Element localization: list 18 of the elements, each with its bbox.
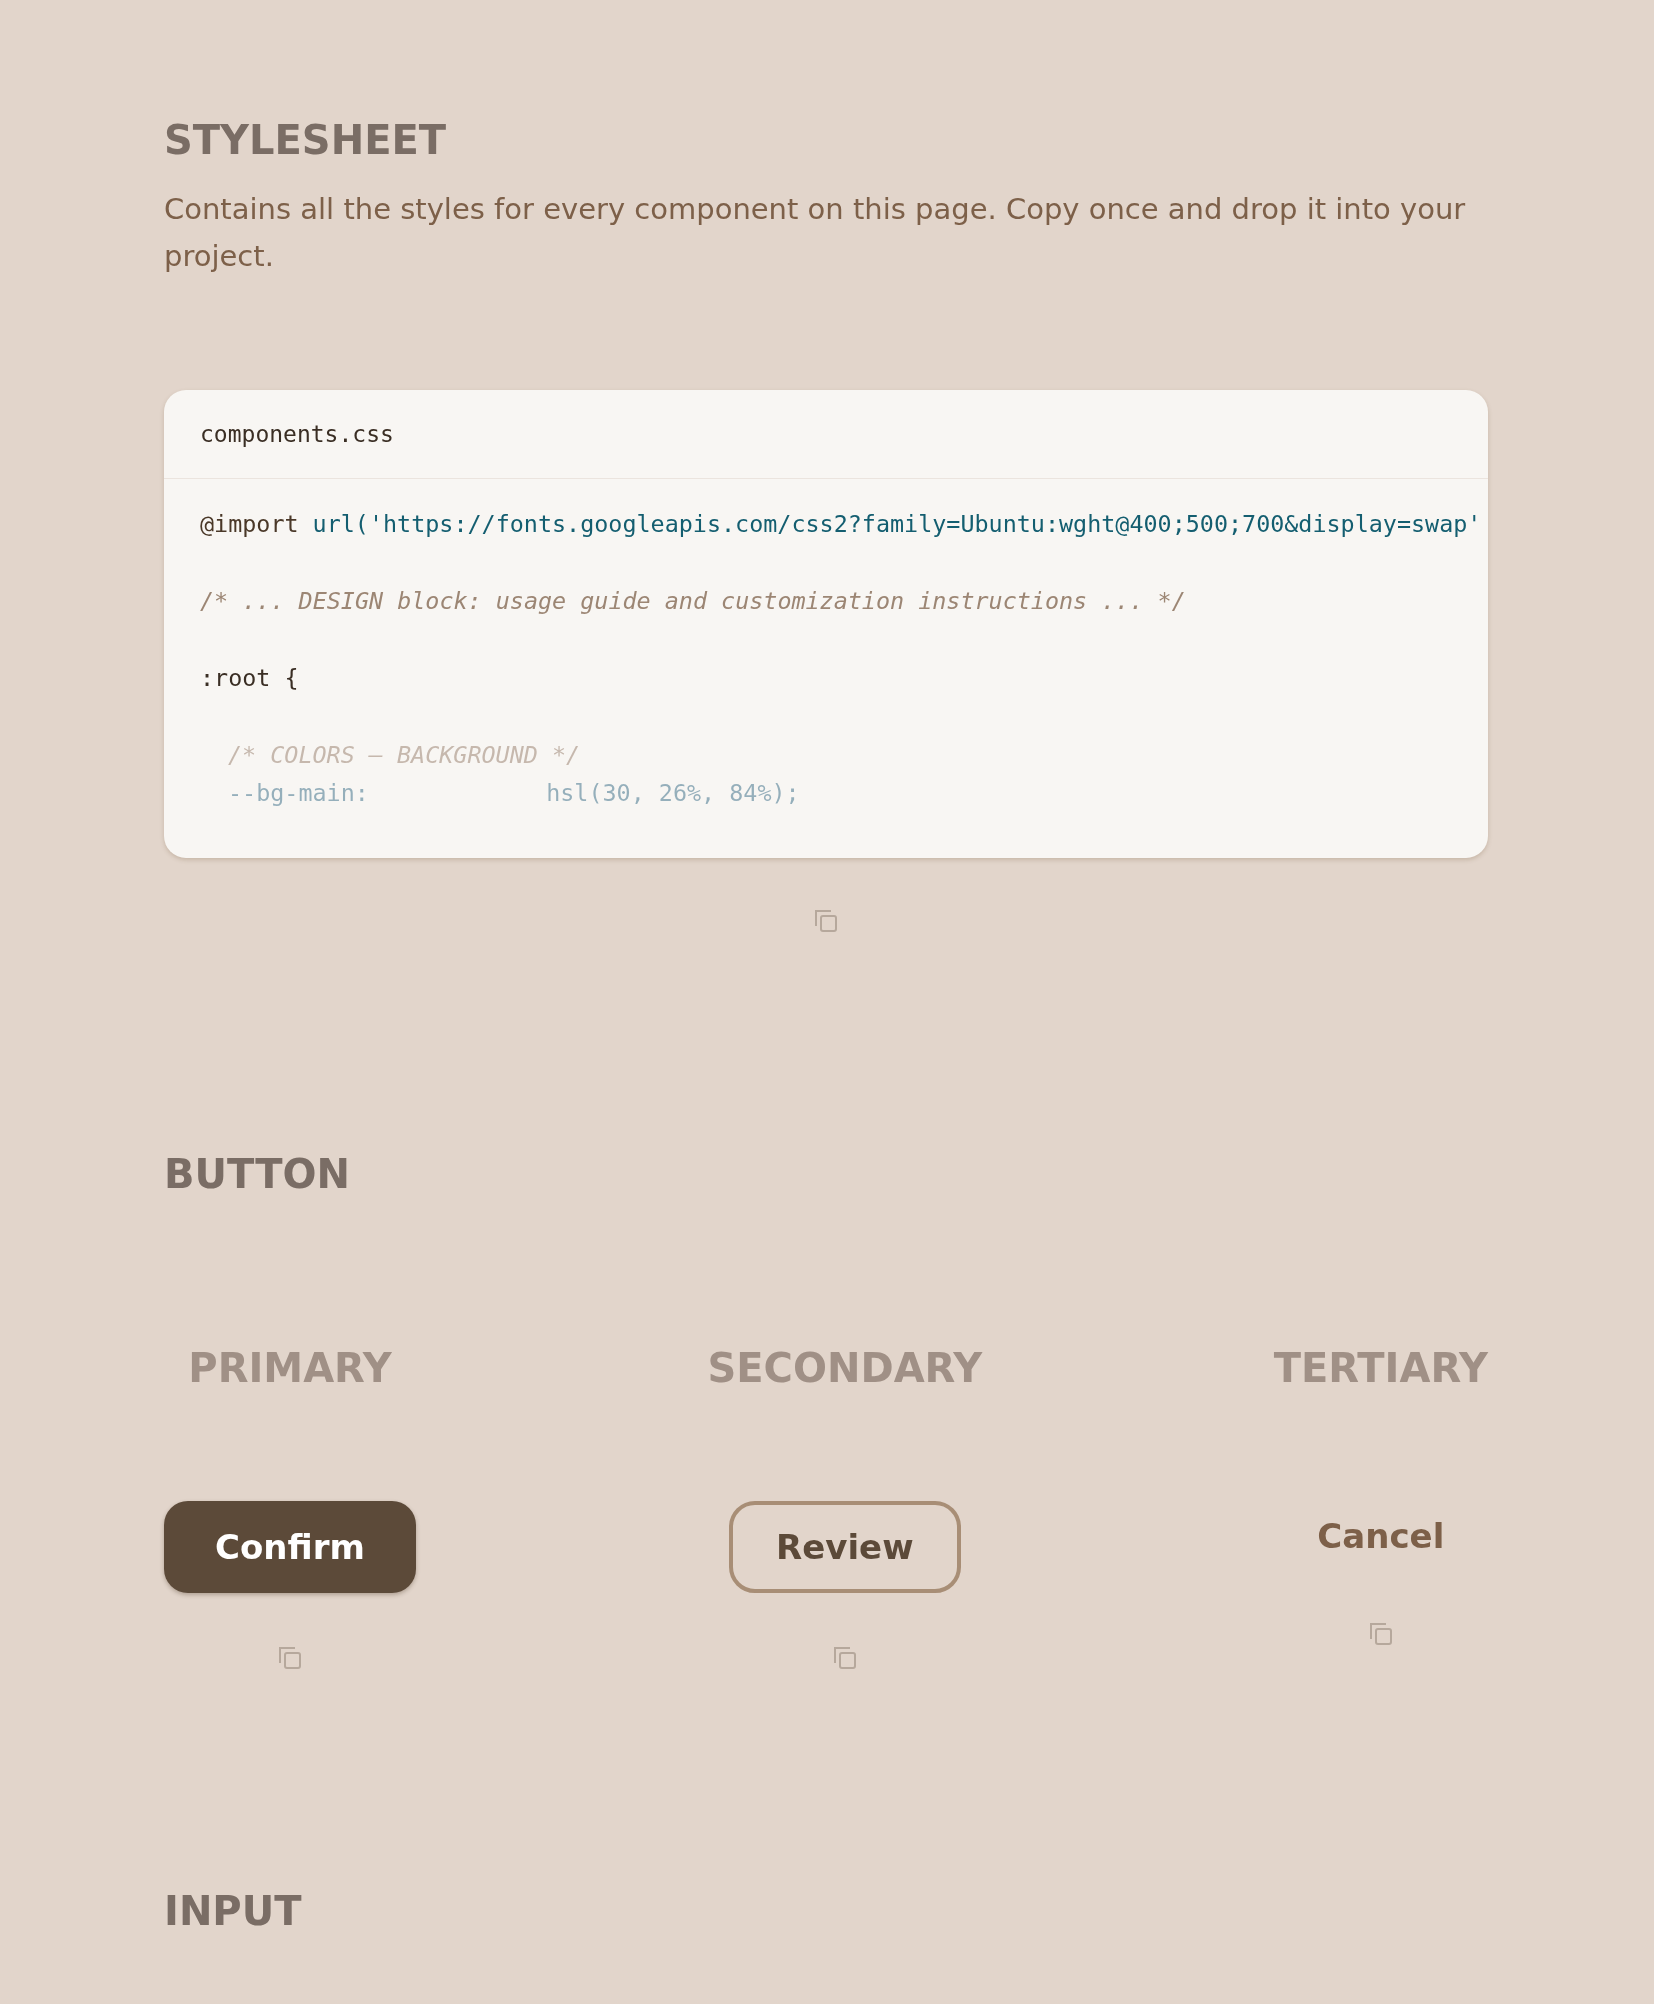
code-token: :root { (200, 663, 299, 694)
variant-label: PRIMARY (188, 1344, 392, 1393)
section-heading: INPUT (164, 1887, 303, 1936)
code-token: hsl(30, 26%, 84%); (546, 778, 800, 809)
section-heading: STYLESHEET (164, 116, 448, 165)
button[interactable]: Confirm (164, 1501, 416, 1593)
section-description: Contains all the styles for every component on this page. Copy once and drop it into your project. (164, 191, 1467, 275)
file-name: components.css (200, 421, 394, 447)
code-token: --bg-main: (228, 778, 370, 809)
button[interactable]: Review (728, 1501, 961, 1593)
variant-label: SECONDARY (707, 1344, 983, 1393)
code-token: url('https://fonts.googleapis.com/css2?family=Ubuntu:wght@400;500;700&display=swap' (312, 509, 1482, 540)
variant-label: TERTIARY (1273, 1344, 1488, 1393)
text-button[interactable]: Cancel (1307, 1501, 1455, 1571)
section-heading: BUTTON (164, 1150, 351, 1199)
code-token: @import (200, 509, 299, 540)
code-token: /* COLORS – BACKGROUND */ (228, 740, 581, 771)
code-token: /* ... DESIGN block: usage guide and customization instructions ... */ (200, 586, 1186, 617)
